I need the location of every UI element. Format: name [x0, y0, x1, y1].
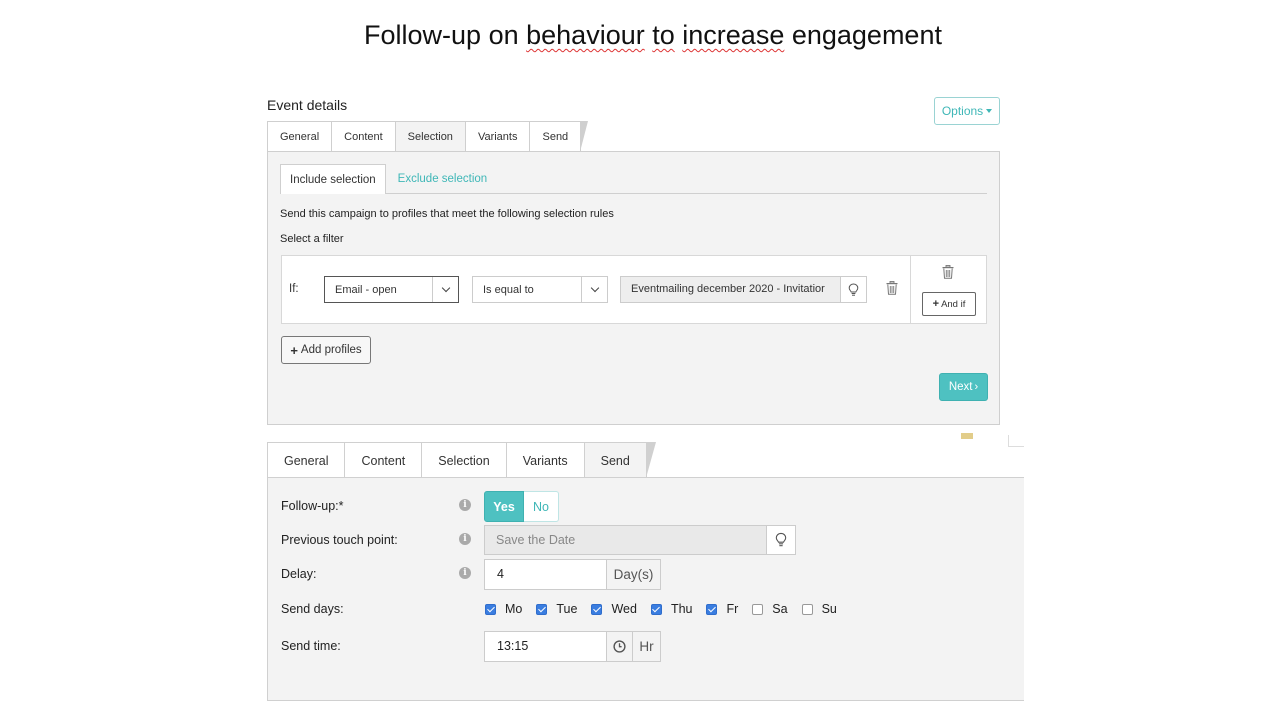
info-icon[interactable]: i	[459, 567, 471, 579]
options-label: Options	[941, 104, 984, 118]
day-sa[interactable]: Sa	[752, 602, 788, 616]
day-label: Tue	[556, 602, 578, 616]
followup-yes-button[interactable]: Yes	[484, 491, 524, 522]
day-su[interactable]: Su	[801, 602, 837, 616]
send-time-input[interactable]: 13:15	[485, 632, 606, 661]
lightbulb-icon[interactable]	[840, 277, 866, 302]
selection-subtabs: Include selection Exclude selection	[280, 164, 987, 194]
send-time-field: 13:15 Hr	[484, 631, 661, 662]
decorative-artifact	[961, 433, 973, 439]
followup-label: Follow-up:*	[281, 499, 344, 513]
caret-down-icon	[986, 109, 993, 113]
day-label: Fr	[726, 602, 739, 616]
event-tabs: General Content Selection Variants Send	[267, 121, 588, 152]
day-label: Wed	[611, 602, 637, 616]
delay-input[interactable]: 4	[485, 560, 606, 589]
lightbulb-icon[interactable]	[766, 526, 795, 554]
filter-operator-select[interactable]: Is equal to	[472, 276, 608, 303]
title-part: to	[652, 20, 675, 50]
delay-unit: Day(s)	[606, 560, 660, 589]
followup-no-button[interactable]: No	[524, 491, 559, 522]
day-mo[interactable]: Mo	[485, 602, 522, 616]
checkbox[interactable]	[801, 603, 813, 615]
tab-general[interactable]: General	[267, 121, 340, 152]
day-tue[interactable]: Tue	[536, 602, 577, 616]
day-label: Thu	[670, 602, 693, 616]
title-part: Follow-up on	[364, 20, 527, 50]
checkbox[interactable]	[485, 603, 496, 615]
tab-variants[interactable]: Variants	[464, 121, 537, 152]
filter-field-value: Email - open	[335, 283, 397, 296]
plus-icon: +	[290, 342, 298, 358]
day-label: Sa	[772, 602, 788, 616]
subtab-include-selection[interactable]: Include selection	[280, 164, 386, 194]
followup-toggle: Yes No	[484, 491, 559, 522]
tab-selection[interactable]: Selection	[394, 121, 474, 152]
trash-icon[interactable]	[942, 265, 954, 284]
day-wed[interactable]: Wed	[591, 602, 637, 616]
slide-title: Follow-up on behaviour to increase engag…	[0, 20, 1280, 51]
tab-content[interactable]: Content	[331, 121, 403, 152]
send-days-group: Mo Tue Wed Thu Fr Sa Su	[485, 602, 851, 616]
filter-operator-value: Is equal to	[483, 283, 534, 296]
send-tabs: General Content Selection Variants Send	[267, 442, 657, 478]
trash-icon[interactable]	[886, 281, 898, 300]
delay-field: 4 Day(s)	[484, 559, 661, 590]
day-label: Mo	[505, 602, 523, 616]
selection-panel: Include selection Exclude selection Send…	[267, 151, 1000, 425]
title-part: behaviour	[526, 20, 645, 50]
filter-value-field[interactable]: Eventmailing december 2020 - Invitatior	[620, 276, 867, 303]
checkbox[interactable]	[706, 603, 718, 615]
clock-icon[interactable]	[606, 632, 632, 661]
send-days-label: Send days:	[281, 602, 344, 616]
checkbox[interactable]	[591, 603, 603, 615]
rule-divider	[910, 256, 911, 323]
tab-send[interactable]: Send	[529, 121, 588, 152]
info-icon[interactable]: i	[459, 533, 471, 545]
and-if-button[interactable]: + And if	[922, 292, 976, 316]
checkbox[interactable]	[536, 603, 548, 615]
send-settings-panel: Follow-up:* i Yes No Previous touch poin…	[267, 477, 1024, 701]
delay-label: Delay:	[281, 567, 317, 581]
day-thu[interactable]: Thu	[650, 602, 693, 616]
tab-content[interactable]: Content	[344, 442, 432, 478]
tab-selection[interactable]: Selection	[421, 442, 517, 478]
touch-point-label: Previous touch point:	[281, 533, 398, 547]
touch-point-field[interactable]: Save the Date	[484, 525, 796, 555]
if-label: If:	[289, 283, 299, 295]
chevron-down-icon	[581, 277, 607, 302]
select-filter-label: Select a filter	[280, 233, 344, 245]
next-label: Next	[948, 381, 973, 393]
checkbox[interactable]	[752, 603, 764, 615]
decorative-artifact	[1008, 435, 1024, 447]
next-button[interactable]: Next ›	[939, 373, 988, 401]
filter-value-text: Eventmailing december 2020 - Invitatior	[631, 283, 825, 295]
title-part: engagement	[784, 20, 942, 50]
tab-variants[interactable]: Variants	[505, 442, 594, 478]
touch-point-value: Save the Date	[485, 526, 766, 554]
info-icon[interactable]: i	[459, 499, 471, 511]
subtab-exclude-selection[interactable]: Exclude selection	[386, 164, 497, 194]
filter-rule: If: Email - open Is equal to Eventmailin…	[281, 255, 987, 324]
title-part: increase	[682, 20, 785, 50]
chevron-right-icon: ›	[974, 381, 979, 393]
add-profiles-label: Add profiles	[300, 344, 362, 356]
event-details-heading: Event details	[267, 97, 348, 113]
send-time-unit: Hr	[632, 632, 660, 661]
day-label: Su	[821, 602, 837, 616]
options-dropdown-button[interactable]: Options	[934, 97, 1000, 125]
filter-field-select[interactable]: Email - open	[324, 276, 459, 303]
add-profiles-button[interactable]: + Add profiles	[281, 336, 371, 364]
and-if-label: And if	[941, 298, 966, 310]
selection-description: Send this campaign to profiles that meet…	[280, 208, 614, 220]
tab-send[interactable]: Send	[583, 442, 657, 478]
checkbox[interactable]	[650, 603, 662, 615]
plus-icon: +	[932, 298, 940, 310]
chevron-down-icon	[432, 277, 458, 302]
send-time-label: Send time:	[281, 639, 341, 653]
day-fr[interactable]: Fr	[706, 602, 738, 616]
tab-general[interactable]: General	[267, 442, 356, 478]
